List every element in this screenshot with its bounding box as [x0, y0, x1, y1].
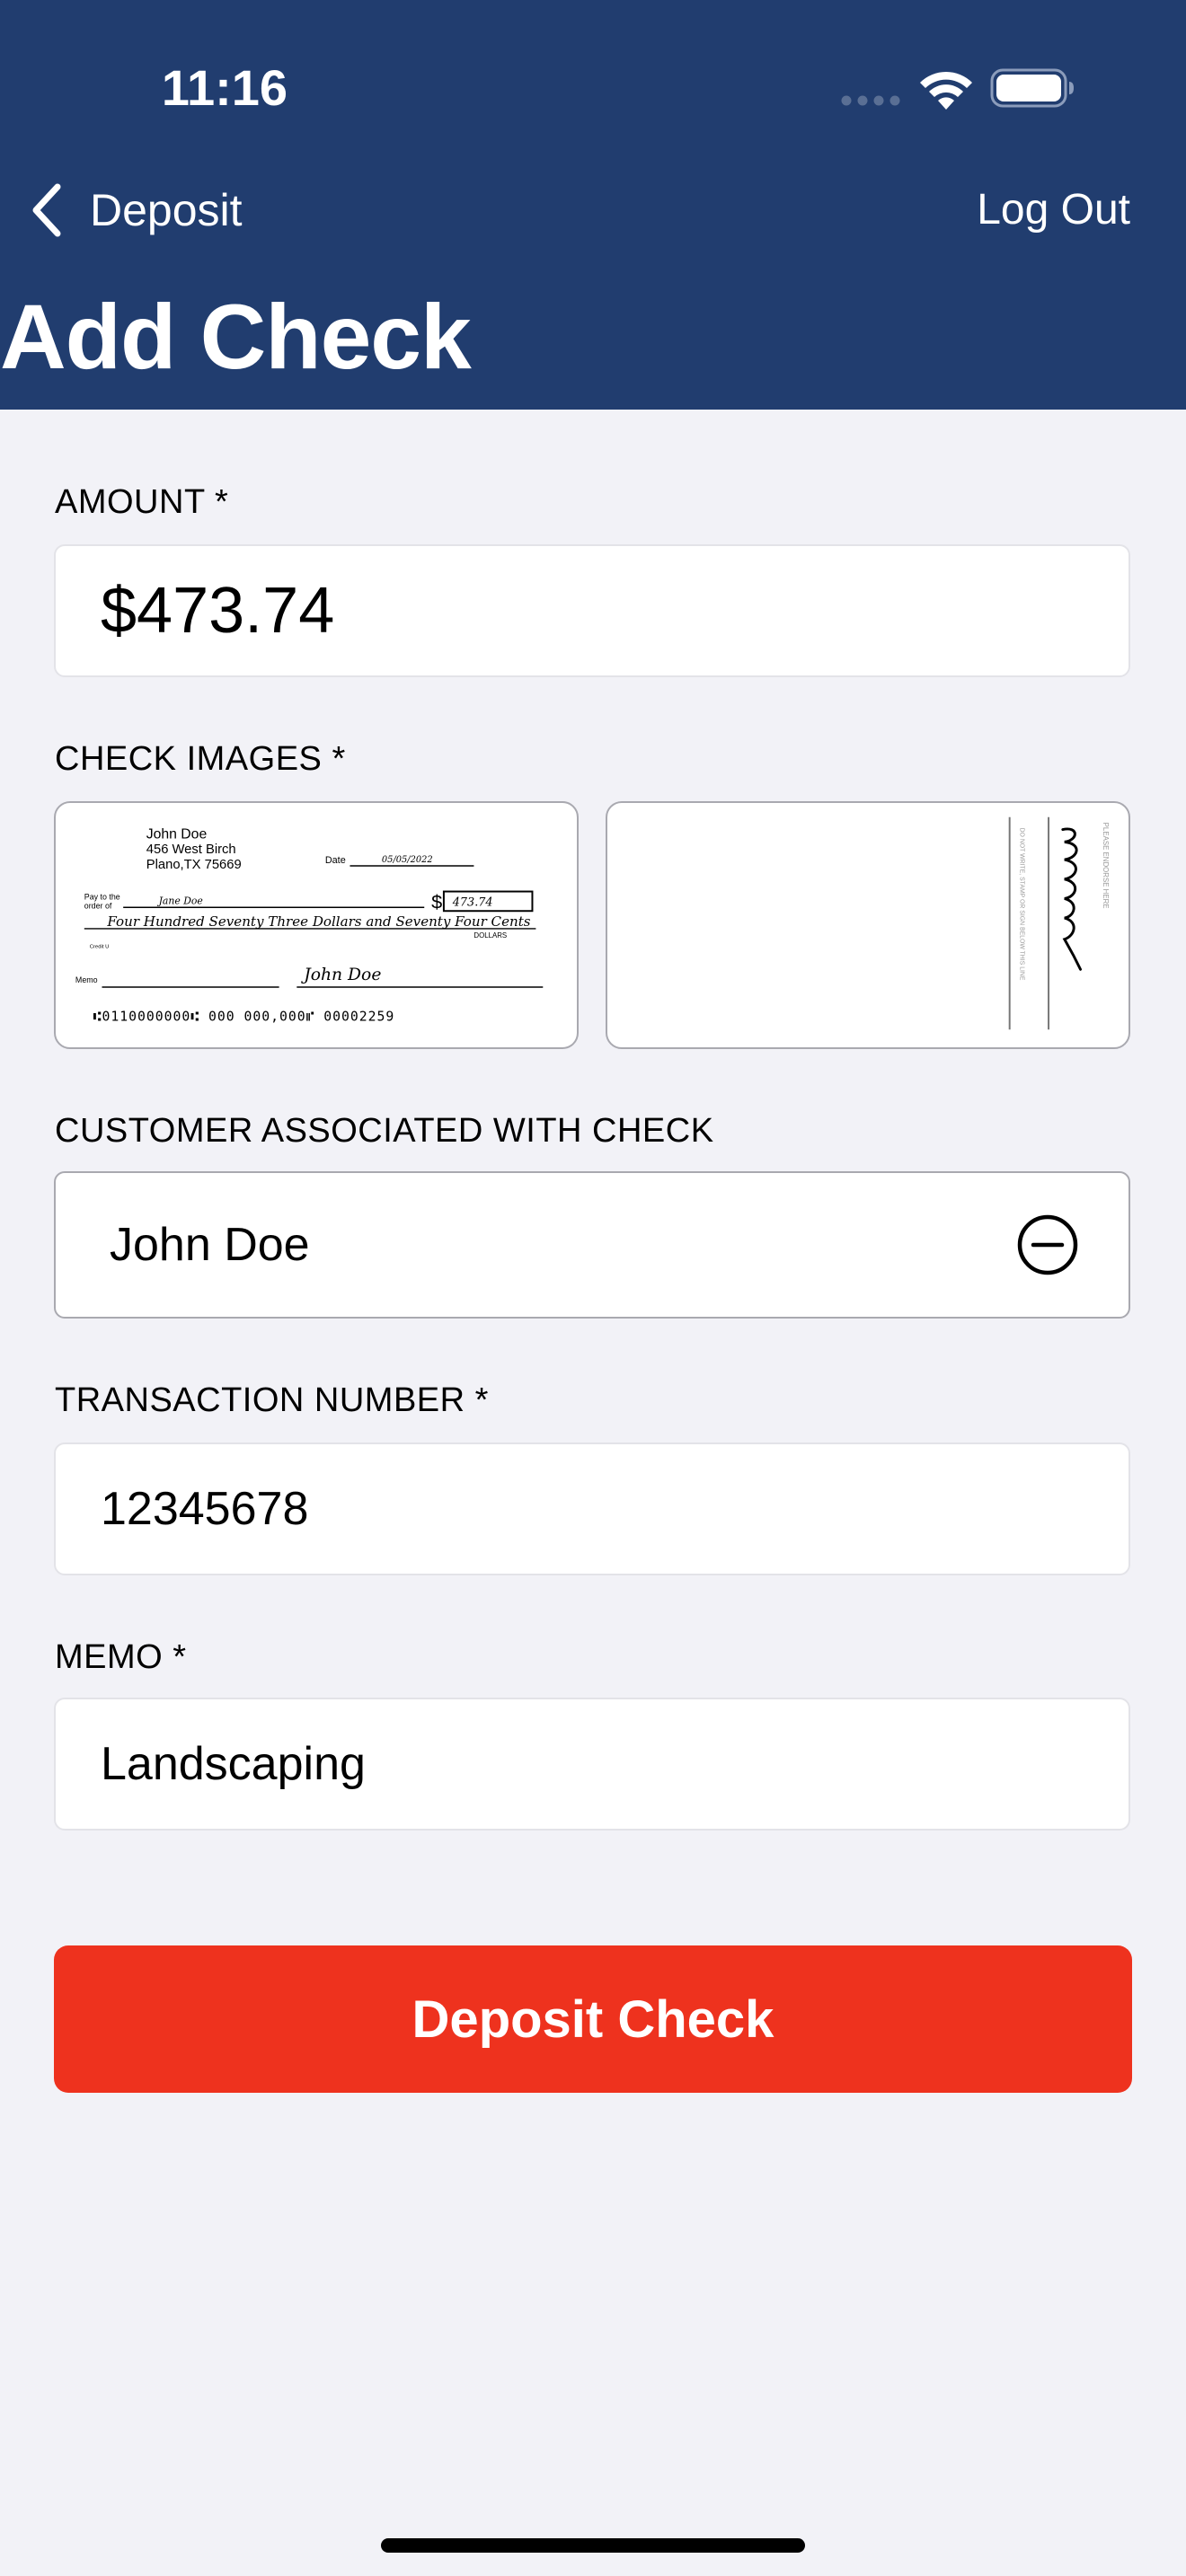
amount-field[interactable]: $473.74 [54, 544, 1130, 677]
check-micr: ⑆0110000000⑆ 000 000,000⑈ 00002259 [93, 1009, 395, 1024]
check-date-label: Date [325, 855, 346, 866]
nav-header: 11:16 Deposit Log Out Add Check [0, 0, 1186, 410]
check-signature: John Doe [300, 966, 381, 984]
check-amount-box-value: 473.74 [452, 895, 493, 909]
logout-button[interactable]: Log Out [977, 174, 1130, 246]
check-date-value: 05/05/2022 [382, 855, 433, 865]
customer-name: John Doe [110, 1219, 310, 1271]
check-bank-label: Credit U [90, 945, 110, 950]
check-front-image[interactable]: John Doe 456 West Birch Plano,TX 75669 D… [54, 801, 579, 1049]
battery-icon [990, 68, 1074, 108]
customer-field[interactable]: John Doe [54, 1171, 1130, 1319]
check-payee: Jane Doe [157, 895, 203, 906]
check-payer-name: John Doe [146, 826, 208, 842]
memo-label: MEMO * [55, 1638, 187, 1676]
check-dollar-sign: $ [431, 890, 442, 913]
signal-icon [841, 95, 900, 106]
check-back-image[interactable]: DO NOT WRITE, STAMP OR SIGN BELOW THIS L… [606, 801, 1130, 1049]
check-payer-address2: Plano,TX 75669 [146, 858, 242, 872]
check-images-label: CHECK IMAGES * [55, 740, 346, 778]
check-payto-label2: order of [84, 901, 112, 910]
check-dollars-label: DOLLARS [474, 931, 507, 940]
transaction-label: TRANSACTION NUMBER * [55, 1381, 489, 1419]
check-written-amount: Four Hundred Seventy Three Dollars and S… [106, 914, 531, 930]
transaction-number-field[interactable]: 12345678 [54, 1442, 1130, 1575]
check-back-endorse-label: PLEASE ENDORSE HERE [1102, 823, 1110, 909]
amount-label: AMOUNT * [55, 483, 229, 521]
customer-label: CUSTOMER ASSOCIATED WITH CHECK [55, 1112, 714, 1150]
check-memo-label: Memo [75, 975, 98, 984]
deposit-check-button[interactable]: Deposit Check [54, 1945, 1132, 2093]
memo-field[interactable]: Landscaping [54, 1698, 1130, 1831]
check-back-warning: DO NOT WRITE, STAMP OR SIGN BELOW THIS L… [1019, 828, 1025, 981]
wifi-icon [920, 71, 972, 110]
check-payto-label1: Pay to the [84, 892, 120, 901]
home-indicator [381, 2538, 805, 2553]
status-time: 11:16 [161, 59, 288, 116]
chevron-left-icon [32, 183, 61, 237]
minus-circle-icon[interactable] [1015, 1213, 1080, 1277]
page-title: Add Check [0, 286, 472, 388]
check-back-endorsement-signature [1061, 827, 1082, 971]
check-payer-address1: 456 West Birch [146, 842, 236, 857]
back-button[interactable]: Deposit [27, 174, 243, 246]
back-label: Deposit [90, 185, 243, 235]
